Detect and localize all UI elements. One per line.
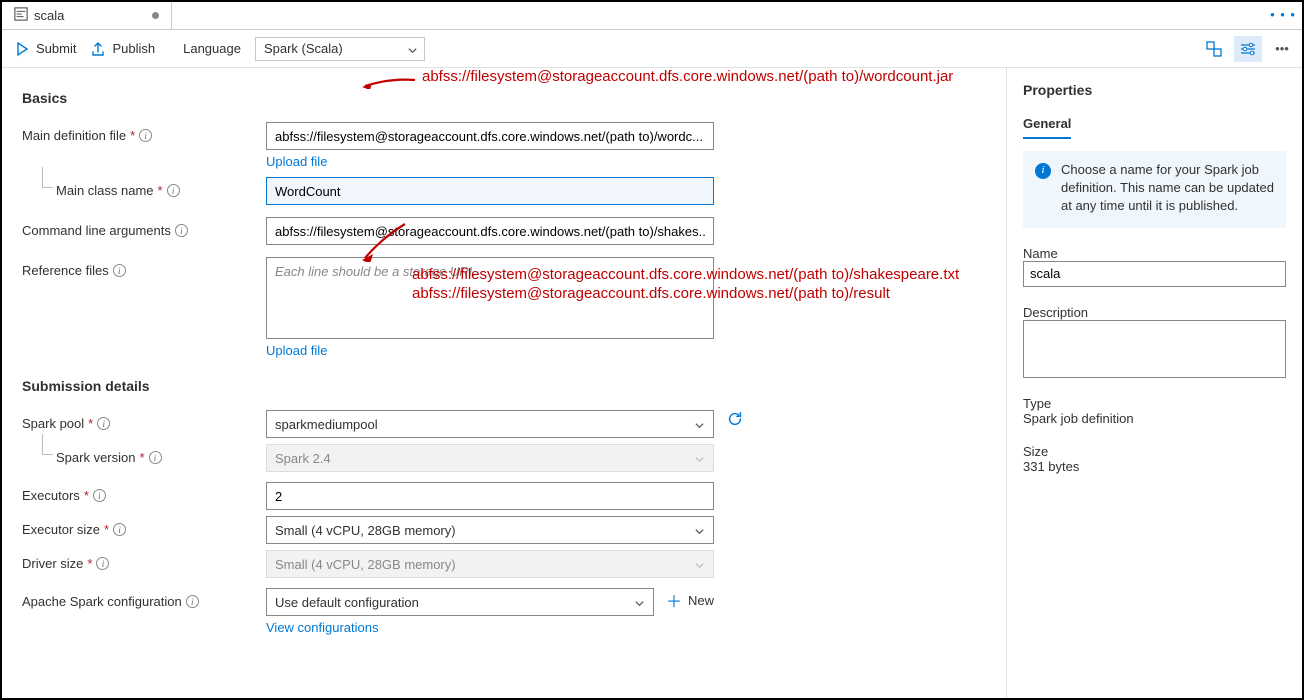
chevron-down-icon (407, 44, 418, 59)
upload-file-link[interactable]: Upload file (266, 154, 327, 169)
view-configurations-link[interactable]: View configurations (266, 620, 379, 635)
properties-pane: Properties General i Choose a name for y… (1006, 68, 1302, 698)
tab-label: scala (34, 8, 64, 23)
driver-size-select: Small (4 vCPU, 28GB memory) (266, 550, 714, 578)
section-basics: Basics (22, 90, 986, 106)
publish-icon (90, 41, 106, 57)
upload-file-link-2[interactable]: Upload file (266, 343, 327, 358)
main-definition-file-input[interactable] (266, 122, 714, 150)
size-value: 331 bytes (1023, 459, 1286, 474)
settings-icon (1239, 40, 1257, 58)
info-icon[interactable]: i (139, 129, 152, 142)
type-label: Type (1023, 396, 1286, 411)
spark-job-icon (14, 7, 28, 24)
main-class-name-input[interactable] (266, 177, 714, 205)
spark-config-label: Apache Spark configuration i (22, 588, 266, 609)
spark-version-label: Spark version * i (22, 444, 266, 465)
more-icon[interactable]: • • • (1270, 7, 1296, 22)
description-input[interactable] (1023, 320, 1286, 378)
main-definition-file-label: Main definition file * i (22, 122, 266, 143)
unsaved-dot-icon (152, 12, 159, 19)
language-label: Language (183, 41, 241, 56)
cli-arguments-input[interactable] (266, 217, 714, 245)
spark-config-select[interactable]: Use default configuration (266, 588, 654, 616)
info-box: i Choose a name for your Spark job defin… (1023, 151, 1286, 228)
main-class-name-label: Main class name * i (22, 177, 266, 198)
annotation-1: abfss://filesystem@storageaccount.dfs.co… (422, 68, 953, 85)
executor-size-label: Executor size * i (22, 516, 266, 537)
info-icon[interactable]: i (97, 417, 110, 430)
more-actions-button[interactable]: ••• (1268, 36, 1296, 62)
section-submission: Submission details (22, 378, 986, 394)
chevron-down-icon (694, 559, 705, 574)
plus-icon: ＋ (666, 588, 682, 612)
cli-arguments-label: Command line arguments i (22, 217, 266, 238)
new-config-button[interactable]: ＋New (666, 588, 714, 612)
language-select[interactable]: Spark (Scala) (255, 37, 425, 61)
properties-title: Properties (1023, 82, 1286, 98)
driver-size-label: Driver size * i (22, 550, 266, 571)
chevron-down-icon (694, 453, 705, 468)
tab-general[interactable]: General (1023, 110, 1071, 139)
name-input[interactable] (1023, 261, 1286, 287)
related-button[interactable] (1200, 36, 1228, 62)
info-icon[interactable]: i (93, 489, 106, 502)
name-label: Name (1023, 246, 1286, 261)
info-icon[interactable]: i (186, 595, 199, 608)
executors-input[interactable] (266, 482, 714, 510)
description-label: Description (1023, 305, 1286, 320)
related-icon (1205, 40, 1223, 58)
info-icon[interactable]: i (113, 264, 126, 277)
size-label: Size (1023, 444, 1286, 459)
type-value: Spark job definition (1023, 411, 1286, 426)
spark-pool-select[interactable]: sparkmediumpool (266, 410, 714, 438)
tab-bar: scala • • • (2, 2, 1302, 30)
info-icon[interactable]: i (149, 451, 162, 464)
spark-version-select: Spark 2.4 (266, 444, 714, 472)
tab-scala[interactable]: scala (2, 2, 172, 29)
executor-size-select[interactable]: Small (4 vCPU, 28GB memory) (266, 516, 714, 544)
publish-button[interactable]: Publish (90, 41, 155, 57)
submit-button[interactable]: Submit (14, 41, 76, 57)
info-icon[interactable]: i (175, 224, 188, 237)
reference-files-input[interactable]: Each line should be a storage URI. (266, 257, 714, 339)
executors-label: Executors * i (22, 482, 266, 503)
info-icon[interactable]: i (96, 557, 109, 570)
reference-files-label: Reference files i (22, 257, 266, 278)
play-icon (14, 41, 30, 57)
info-icon[interactable]: i (113, 523, 126, 536)
properties-toggle-button[interactable] (1234, 36, 1262, 62)
toolbar: Submit Publish Language Spark (Scala) ••… (2, 30, 1302, 68)
chevron-down-icon (694, 525, 705, 540)
info-icon: i (1035, 163, 1051, 179)
info-icon[interactable]: i (167, 184, 180, 197)
chevron-down-icon (694, 419, 705, 434)
refresh-button[interactable] (726, 410, 744, 431)
spark-pool-label: Spark pool * i (22, 410, 266, 431)
chevron-down-icon (634, 597, 645, 612)
